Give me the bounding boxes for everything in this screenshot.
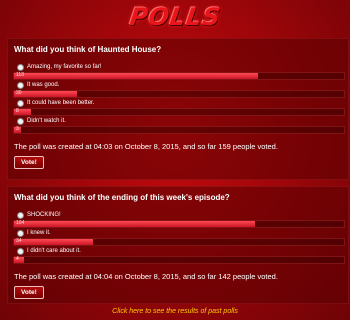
- vote-count: 3: [16, 126, 19, 132]
- vote-count: 8: [16, 108, 19, 114]
- result-bar: 8: [13, 108, 345, 116]
- poll-summary: The poll was created at 04:04 on October…: [14, 272, 278, 281]
- result-bar: 30: [13, 90, 345, 98]
- option-label: Amazing, my favorite so far!: [27, 64, 102, 70]
- option-label: SHOCKING!: [27, 212, 61, 218]
- poll-question: What did you think of Haunted House?: [14, 45, 162, 54]
- result-bar: 3: [13, 126, 345, 134]
- header: POLLS: [0, 0, 350, 34]
- poll-haunted-house: What did you think of Haunted House? Ama…: [7, 38, 349, 180]
- result-bar: 34: [13, 238, 345, 246]
- radio-button[interactable]: [17, 247, 24, 255]
- poll-options: SHOCKING! 104 I knew it. 34 I didn't car…: [8, 211, 348, 264]
- option-label: I didn't care about it.: [27, 248, 81, 254]
- poll-option[interactable]: I didn't care about it. 4: [8, 247, 348, 264]
- past-polls-link[interactable]: Click here to see the results of past po…: [0, 308, 350, 315]
- radio-button[interactable]: [17, 229, 24, 237]
- option-label: I knew it.: [27, 230, 51, 236]
- vote-count: 4: [16, 256, 19, 262]
- result-bar-fill: [14, 73, 259, 79]
- poll-episode-ending: What did you think of the ending of this…: [7, 186, 349, 304]
- vote-button[interactable]: Vote!: [14, 156, 44, 169]
- poll-option[interactable]: Amazing, my favorite so far! 118: [8, 63, 348, 80]
- polls-logo: POLLS: [127, 3, 223, 31]
- poll-question: What did you think of the ending of this…: [14, 193, 230, 202]
- option-label: It could have been better.: [27, 100, 95, 106]
- result-bar-fill: [14, 221, 255, 227]
- radio-button[interactable]: [17, 117, 24, 125]
- radio-button[interactable]: [17, 99, 24, 107]
- result-bar: 118: [13, 72, 345, 80]
- poll-option[interactable]: I knew it. 34: [8, 229, 348, 246]
- vote-count: 30: [16, 90, 22, 96]
- radio-button[interactable]: [17, 81, 24, 89]
- option-label: It was good.: [27, 82, 60, 88]
- vote-button[interactable]: Vote!: [14, 286, 44, 299]
- vote-count: 104: [16, 220, 25, 226]
- option-label: Didn't watch it.: [27, 118, 66, 124]
- poll-summary: The poll was created at 04:03 on October…: [14, 142, 278, 151]
- result-bar-fill: [14, 91, 77, 97]
- result-bar-fill: [14, 239, 94, 245]
- poll-options: Amazing, my favorite so far! 118 It was …: [8, 63, 348, 134]
- poll-option[interactable]: SHOCKING! 104: [8, 211, 348, 228]
- result-bar: 104: [13, 220, 345, 228]
- radio-button[interactable]: [17, 211, 24, 219]
- poll-option[interactable]: Didn't watch it. 3: [8, 117, 348, 134]
- result-bar: 4: [13, 256, 345, 264]
- poll-option[interactable]: It was good. 30: [8, 81, 348, 98]
- vote-count: 118: [16, 72, 24, 78]
- poll-option[interactable]: It could have been better. 8: [8, 99, 348, 116]
- radio-button[interactable]: [17, 63, 24, 71]
- vote-count: 34: [16, 238, 22, 244]
